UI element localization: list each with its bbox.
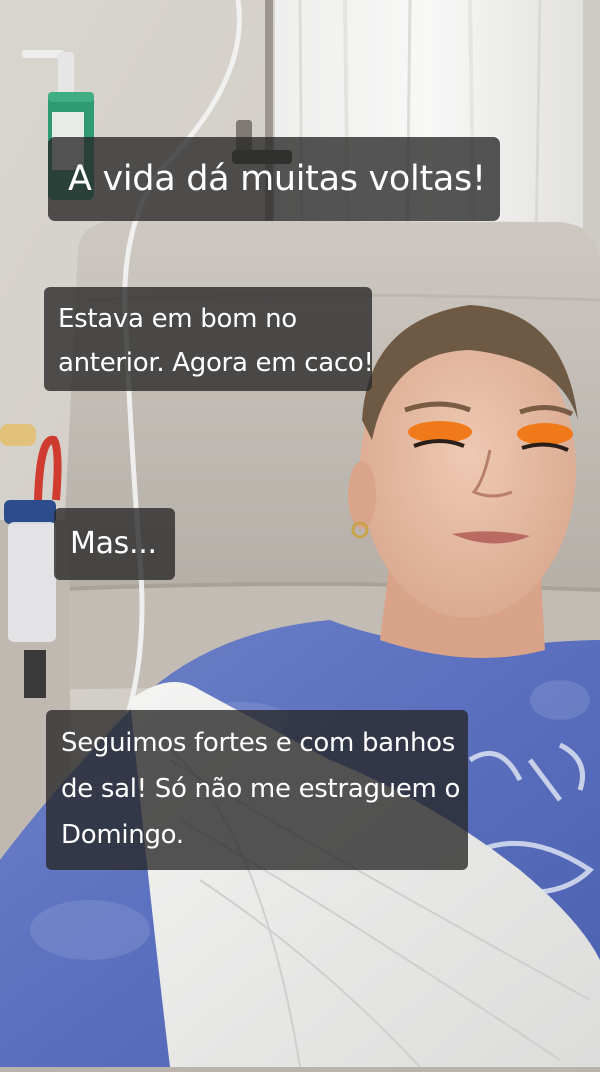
caption-4: Seguimos fortes e com banhos de sal! Só … <box>46 710 468 870</box>
caption-1: A vida dá muitas voltas! <box>48 137 500 221</box>
caption-4-line-3: Domingo. <box>61 820 184 850</box>
caption-1-line-1: A vida dá muitas voltas! <box>68 159 486 199</box>
caption-2: Estava em bom no anterior. Agora em caco… <box>44 287 374 391</box>
caption-2-line-2: anterior. Agora em caco! <box>58 348 374 378</box>
caption-3-line-1: Mas... <box>70 526 157 561</box>
caption-4-line-1: Seguimos fortes e com banhos <box>61 728 456 758</box>
story-photo: A vida dá muitas voltas! Estava em bom n… <box>0 0 600 1068</box>
caption-4-line-2: de sal! Só não me estraguem o <box>61 774 461 804</box>
caption-3: Mas... <box>54 508 175 580</box>
caption-2-line-1: Estava em bom no <box>58 304 297 334</box>
